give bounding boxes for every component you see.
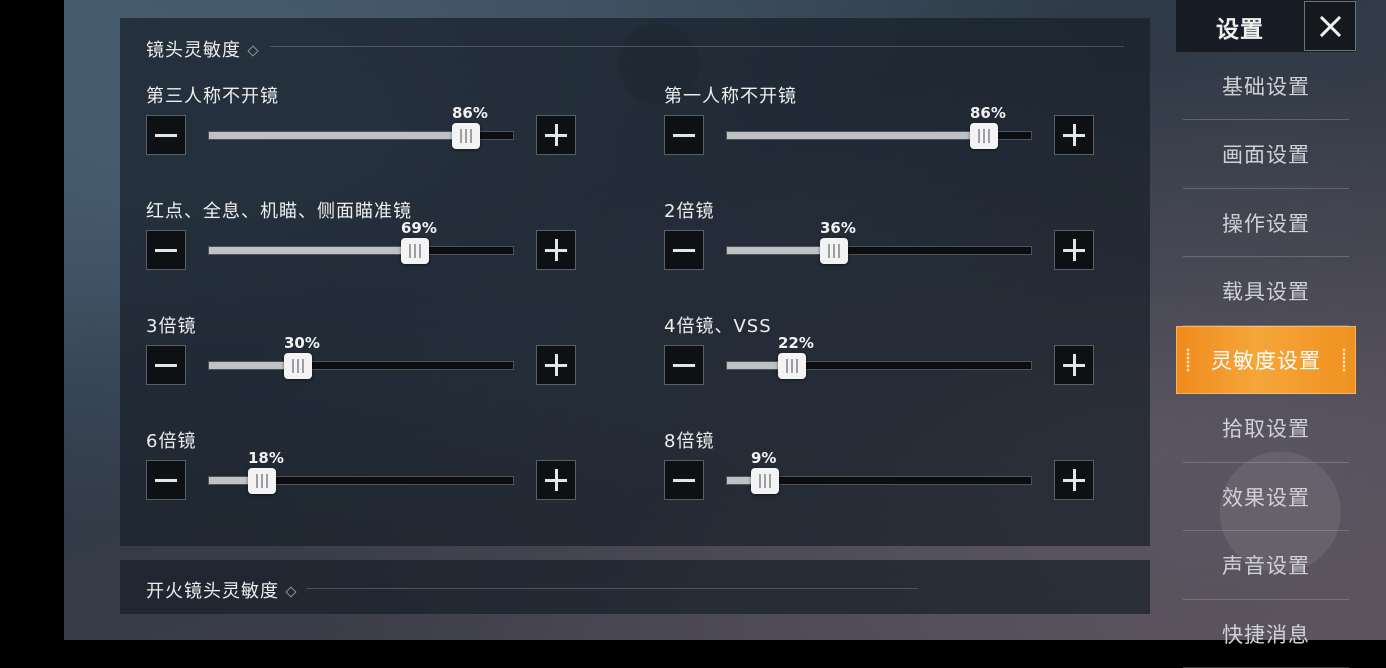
sensitivity-slider-row: 2倍镜 36%	[638, 197, 1094, 287]
slider-thumb[interactable]	[970, 123, 998, 149]
sensitivity-slider-row: 4倍镜、VSS 22%	[638, 312, 1094, 402]
sidebar-item[interactable]: 快捷消息	[1183, 600, 1349, 668]
sidebar-item-label: 效果设置	[1222, 485, 1310, 510]
minus-icon	[155, 363, 177, 367]
slider-label: 6倍镜	[146, 431, 197, 452]
settings-title: 设置	[1216, 17, 1264, 43]
decrease-button[interactable]	[146, 460, 186, 500]
slider-label: 第三人称不开镜	[146, 86, 279, 107]
grip-icon	[1342, 348, 1346, 372]
minus-icon	[155, 133, 177, 137]
sensitivity-slider-row: 6倍镜 18%	[120, 427, 576, 517]
decrease-button[interactable]	[146, 115, 186, 155]
minus-icon	[673, 248, 695, 252]
slider-fill	[209, 247, 416, 254]
slider-fill	[209, 132, 467, 139]
sidebar-item-label: 拾取设置	[1222, 417, 1310, 441]
slider-label: 3倍镜	[146, 316, 197, 337]
sidebar-item[interactable]: 声音设置	[1183, 532, 1349, 600]
section-divider	[306, 588, 918, 589]
slider-value: 86%	[970, 104, 1006, 122]
slider-label: 第一人称不开镜	[664, 86, 797, 107]
minus-icon	[155, 248, 177, 252]
slider-value: 9%	[751, 449, 777, 467]
decrease-button[interactable]	[146, 230, 186, 270]
slider-label: 8倍镜	[664, 431, 715, 452]
section-title-camera: 镜头灵敏度	[146, 36, 259, 62]
minus-icon	[673, 363, 695, 367]
increase-button[interactable]	[1054, 230, 1094, 270]
slider-track[interactable]	[726, 246, 1032, 255]
slider-track[interactable]	[208, 361, 514, 370]
sensitivity-slider-row: 红点、全息、机瞄、侧面瞄准镜 69%	[120, 197, 576, 287]
slider-value: 30%	[284, 334, 320, 352]
decrease-button[interactable]	[664, 460, 704, 500]
increase-button[interactable]	[1054, 345, 1094, 385]
slider-label: 2倍镜	[664, 201, 715, 222]
sidebar-item-label: 载具设置	[1222, 280, 1310, 304]
slider-value: 22%	[778, 334, 814, 352]
slider-thumb[interactable]	[284, 353, 312, 379]
slider-value: 86%	[452, 104, 488, 122]
increase-button[interactable]	[536, 115, 576, 155]
slider-thumb[interactable]	[820, 238, 848, 264]
sidebar-item[interactable]: 载具设置	[1183, 258, 1349, 326]
sidebar-item-label: 操作设置	[1222, 211, 1310, 236]
sidebar-item-label: 灵敏度设置	[1211, 349, 1321, 373]
sensitivity-slider-row: 8倍镜 9%	[638, 427, 1094, 517]
sensitivity-slider-row: 3倍镜 30%	[120, 312, 576, 402]
minus-icon	[155, 478, 177, 482]
section-divider	[270, 46, 1124, 47]
slider-label: 红点、全息、机瞄、侧面瞄准镜	[146, 201, 412, 222]
sensitivity-slider-row: 第三人称不开镜 86%	[120, 82, 576, 172]
slider-fill	[727, 247, 835, 254]
slider-thumb[interactable]	[452, 123, 480, 149]
diamond-icon	[285, 586, 297, 598]
decrease-button[interactable]	[664, 345, 704, 385]
sidebar-item[interactable]: 画面设置	[1183, 121, 1349, 189]
sidebar-item-label: 快捷消息	[1222, 622, 1310, 647]
slider-track[interactable]	[208, 246, 514, 255]
sidebar-item-label: 声音设置	[1222, 554, 1310, 578]
increase-button[interactable]	[1054, 460, 1094, 500]
section-title-fire-camera: 开火镜头灵敏度	[146, 577, 297, 603]
decrease-button[interactable]	[146, 345, 186, 385]
slider-thumb[interactable]	[778, 353, 806, 379]
increase-button[interactable]	[536, 230, 576, 270]
sidebar-item[interactable]: 基础设置	[1183, 52, 1349, 120]
sidebar-item[interactable]: 效果设置	[1183, 463, 1349, 531]
slider-value: 18%	[248, 449, 284, 467]
sidebar-item-label: 基础设置	[1222, 74, 1310, 99]
sidebar-item[interactable]: 灵敏度设置	[1176, 326, 1356, 394]
sensitivity-slider-row: 第一人称不开镜 86%	[638, 82, 1094, 172]
sidebar-item[interactable]: 拾取设置	[1183, 395, 1349, 463]
increase-button[interactable]	[1054, 115, 1094, 155]
sidebar-item-label: 画面设置	[1222, 143, 1310, 167]
diamond-icon	[247, 45, 259, 57]
slider-value: 69%	[401, 219, 437, 237]
grip-icon	[1186, 348, 1190, 372]
slider-thumb[interactable]	[248, 468, 276, 494]
close-button[interactable]	[1304, 1, 1356, 51]
decrease-button[interactable]	[664, 115, 704, 155]
decrease-button[interactable]	[664, 230, 704, 270]
increase-button[interactable]	[536, 460, 576, 500]
increase-button[interactable]	[536, 345, 576, 385]
minus-icon	[673, 478, 695, 482]
slider-track[interactable]	[726, 361, 1032, 370]
slider-label: 4倍镜、VSS	[664, 316, 772, 337]
slider-value: 36%	[820, 219, 856, 237]
slider-thumb[interactable]	[751, 468, 779, 494]
slider-thumb[interactable]	[401, 238, 429, 264]
slider-fill	[727, 132, 985, 139]
minus-icon	[673, 133, 695, 137]
sidebar-item[interactable]: 操作设置	[1183, 189, 1349, 257]
